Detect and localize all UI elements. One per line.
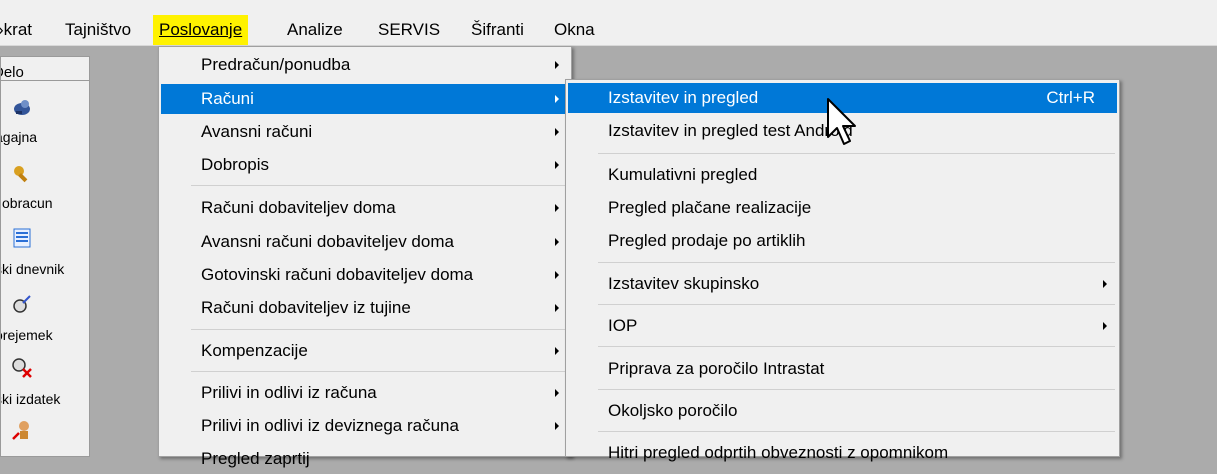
menu-okna[interactable]: Okna <box>548 15 601 45</box>
menu-item-label: Dobropis <box>201 155 270 174</box>
key-icon <box>14 166 28 183</box>
menu-item-label: Pregled zaprtij <box>201 449 310 468</box>
menu-item-izstavitev-skupinsko[interactable]: Izstavitev skupinsko <box>568 269 1117 299</box>
menu-item-label: Avansni računi <box>201 122 313 141</box>
menu-item-intrastat[interactable]: Priprava za poročilo Intrastat <box>568 354 1117 384</box>
menu-separator <box>191 185 567 186</box>
mouse-cursor-icon <box>827 98 856 145</box>
submenu-arrow-icon <box>1103 322 1107 330</box>
menu-item-racuni-dobaviteljev-doma[interactable]: Računi dobaviteljev doma <box>161 193 569 223</box>
menu-tajnistvo[interactable]: Tajništvo <box>59 15 137 45</box>
menu-analize[interactable]: Analize <box>281 15 349 45</box>
submenu-arrow-icon <box>555 271 559 279</box>
menu-item-label: Kumulativni pregled <box>608 165 758 184</box>
sidebar-item-person[interactable] <box>1 419 89 449</box>
menu-item-label: Kompenzacije <box>201 341 308 360</box>
menu-bar: ›krat Tajništvo Poslovanje Analize SERVI… <box>0 0 1217 46</box>
sidebar-item-label: orejemek <box>0 327 53 343</box>
submenu-arrow-icon <box>555 204 559 212</box>
person-icon <box>12 421 29 440</box>
menu-separator <box>598 346 1115 347</box>
shortcut-label: Ctrl+R <box>1046 88 1095 107</box>
submenu-arrow-icon <box>555 304 559 312</box>
menu-item-predracun[interactable]: Predračun/ponudba <box>161 50 569 80</box>
menu-item-prodaje-artiklih[interactable]: Pregled prodaje po artiklih <box>568 226 1117 256</box>
menu-item-kumulativni-pregled[interactable]: Kumulativni pregled <box>568 160 1117 190</box>
receipt-icon <box>13 295 31 313</box>
menu-item-racuni[interactable]: Računi <box>161 84 569 114</box>
menu-item-label: Gotovinski računi dobaviteljev doma <box>201 265 474 284</box>
menu-item-label: Prilivi in odlivi iz računa <box>201 383 377 402</box>
menu-item-avansni-racuni[interactable]: Avansni računi <box>161 117 569 147</box>
menu-item-gotovinski-racuni[interactable]: Gotovinski računi dobaviteljev doma <box>161 260 569 290</box>
sidebar-header: Delo <box>1 64 24 81</box>
sidebar-item-label: ški dnevnik <box>0 261 65 277</box>
sidebar-item-izdatek[interactable]: ški izdatek <box>1 357 89 409</box>
menu-item-dobropis[interactable]: Dobropis <box>161 150 569 180</box>
sidebar-divider <box>1 80 89 81</box>
submenu-arrow-icon <box>1103 280 1107 288</box>
menu-separator <box>598 389 1115 390</box>
menu-separator <box>598 262 1115 263</box>
submenu-arrow-icon <box>555 161 559 169</box>
sidebar-panel: Delo agajna i obracun ški dnevnik orejem… <box>0 56 90 457</box>
poslovanje-menu: Predračun/ponudba Računi Avansni računi … <box>158 46 572 468</box>
sidebar-item-prejemek[interactable]: orejemek <box>1 293 89 345</box>
menu-poslovanje-label: Poslovanje <box>159 20 243 39</box>
menu-item-label: Predračun/ponudba <box>201 55 351 74</box>
menu-separator <box>191 371 567 372</box>
menu-servis[interactable]: SERVIS <box>372 15 446 45</box>
menu-item-label: IOP <box>608 316 638 335</box>
menu-sifranti[interactable]: Šifranti <box>465 15 530 45</box>
submenu-arrow-icon <box>555 422 559 430</box>
menu-item-avansni-racuni-dobaviteljev-doma[interactable]: Avansni računi dobaviteljev doma <box>161 227 569 257</box>
menu-item-label: Pregled prodaje po artiklih <box>608 231 806 250</box>
sidebar-item-label: ški izdatek <box>0 391 61 407</box>
menu-item-label: Izstavitev skupinsko <box>608 274 760 293</box>
menu-separator <box>598 431 1115 432</box>
menu-item-iop[interactable]: IOP <box>568 311 1117 341</box>
submenu-arrow-icon <box>555 389 559 397</box>
menu-item-prilivi-devizni[interactable]: Prilivi in odlivi iz deviznega računa <box>161 411 569 441</box>
expense-icon <box>12 358 32 378</box>
menu-obracun[interactable]: ›krat <box>0 15 38 45</box>
menu-item-label: Okoljsko poročilo <box>608 401 738 420</box>
submenu-arrow-icon <box>555 61 559 69</box>
menu-separator <box>598 153 1115 154</box>
menu-separator <box>598 304 1115 305</box>
menu-item-label: Avansni računi dobaviteljev doma <box>201 232 454 251</box>
menu-item-label: Računi dobaviteljev doma <box>201 198 396 217</box>
sidebar-item-blagajna[interactable]: agajna <box>1 97 89 149</box>
menu-item-label: Izstavitev in pregled test Android <box>608 121 853 140</box>
sidebar-item-label: i obracun <box>0 195 53 211</box>
menu-item-kompenzacije[interactable]: Kompenzacije <box>161 336 569 366</box>
submenu-arrow-icon <box>555 347 559 355</box>
sidebar-item-obracun[interactable]: i obracun <box>1 163 89 215</box>
menu-poslovanje[interactable]: Poslovanje <box>153 15 249 45</box>
menu-item-label: Računi <box>201 89 254 108</box>
sidebar-item-label: agajna <box>1 129 38 145</box>
menu-item-label: Prilivi in odlivi iz deviznega računa <box>201 416 459 435</box>
menu-item-label: Pregled plačane realizacije <box>608 198 812 217</box>
menu-item-racuni-dobaviteljev-tujina[interactable]: Računi dobaviteljev iz tujine <box>161 293 569 323</box>
menu-item-label: Priprava za poročilo Intrastat <box>608 359 825 378</box>
submenu-arrow-icon <box>555 238 559 246</box>
menu-separator <box>191 329 567 330</box>
menu-item-okoljsko-porocilo[interactable]: Okoljsko poročilo <box>568 396 1117 426</box>
register-icon <box>14 100 30 115</box>
menu-item-prilivi-racun[interactable]: Prilivi in odlivi iz računa <box>161 378 569 408</box>
menu-item-placane-realizacije[interactable]: Pregled plačane realizacije <box>568 193 1117 223</box>
menu-item-label: Izstavitev in pregled <box>608 88 759 107</box>
menu-item-label: Hitri pregled odprtih obveznosti z opomn… <box>608 443 949 462</box>
submenu-arrow-icon <box>555 95 559 103</box>
submenu-arrow-icon <box>555 128 559 136</box>
journal-icon <box>13 228 31 248</box>
menu-item-hitri-pregled[interactable]: Hitri pregled odprtih obveznosti z opomn… <box>568 438 1117 468</box>
menu-item-pregled-zaprtij[interactable]: Pregled zaprtij <box>161 444 569 474</box>
sidebar-item-dnevnik[interactable]: ški dnevnik <box>1 227 89 279</box>
menu-item-label: Računi dobaviteljev iz tujine <box>201 298 411 317</box>
